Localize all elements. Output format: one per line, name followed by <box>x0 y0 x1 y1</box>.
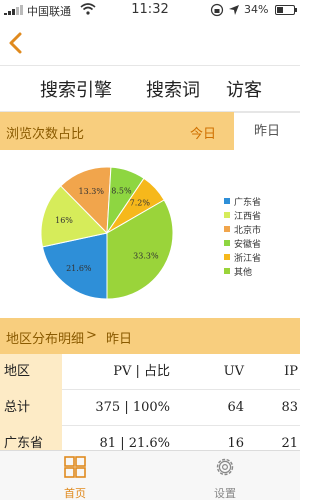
tab-visitors[interactable]: 访客 <box>226 76 262 102</box>
visits-section-title: 浏览次数占比 <box>6 127 85 142</box>
rotation-lock-icon <box>210 3 224 17</box>
bottom-tab-bar: 首页 设置 <box>0 450 300 500</box>
grid-icon <box>64 456 86 478</box>
chart-legend: 广东省江西省北京市安徽省浙江省其他 <box>224 194 261 278</box>
legend-item-other: 其他 <box>224 264 261 278</box>
legend-swatch <box>224 254 230 260</box>
visits-section-header: 浏览次数占比 今日 昨日 <box>0 112 300 150</box>
battery-percentage: 34% <box>244 3 269 16</box>
pie-label-beijing: 13.3% <box>79 187 105 196</box>
range-yesterday-button[interactable]: 昨日 <box>234 112 300 150</box>
pie-label-anhui: 8.5% <box>111 186 132 195</box>
settings-tab[interactable]: 设置 <box>150 451 300 500</box>
range-today-button[interactable]: 今日 <box>190 123 216 142</box>
gear-icon <box>216 458 234 476</box>
region-section-title: 地区分布明细 <box>6 332 85 347</box>
pie-label-zhejiang: 7.2% <box>130 198 151 207</box>
pie-label-other: 33.3% <box>133 251 159 260</box>
location-arrow-icon <box>229 5 239 15</box>
pie-label-jiangxi: 16% <box>55 216 73 225</box>
home-tab[interactable]: 首页 <box>0 451 150 500</box>
region-section-header[interactable]: 地区分布明细 > 昨日 <box>0 318 300 354</box>
back-button[interactable] <box>2 26 32 60</box>
home-tab-label: 首页 <box>64 487 86 500</box>
legend-label: 其他 <box>234 267 253 278</box>
header-uv: UV <box>223 364 244 379</box>
title-bar <box>0 20 300 66</box>
visits-pie-chart: 21.6% 16% 13.3% 8.5% 7.2% 33.3% 广东省江西省北京市安徽省浙… <box>0 150 300 318</box>
legend-label: 北京市 <box>234 225 262 236</box>
tab-bar: 搜索引擎 搜索词 访客 <box>0 66 300 112</box>
table-header-row: 地区 PV | 占比 UV IP <box>0 354 300 390</box>
row-pv: 375 | 100% <box>95 400 170 415</box>
legend-item-jiangxi: 江西省 <box>224 208 261 222</box>
legend-item-zhejiang: 浙江省 <box>224 250 261 264</box>
pie-chart-svg: 21.6% 16% 13.3% 8.5% 7.2% 33.3% <box>40 166 174 300</box>
settings-tab-label: 设置 <box>214 487 236 500</box>
region-table: 地区 PV | 占比 UV IP 总计 375 | 100% 64 83 广东省… <box>0 354 300 462</box>
legend-item-guangdong: 广东省 <box>224 194 261 208</box>
table-row[interactable]: 总计 375 | 100% 64 83 <box>0 390 300 426</box>
legend-item-beijing: 北京市 <box>224 222 261 236</box>
tab-search-engine[interactable]: 搜索引擎 <box>40 76 112 102</box>
pie-label-guangdong: 21.6% <box>66 264 92 273</box>
legend-label: 广东省 <box>234 197 262 208</box>
row-ip: 83 <box>281 400 298 415</box>
row-uv: 64 <box>227 400 244 415</box>
battery-icon <box>275 5 297 15</box>
header-pv: PV | 占比 <box>113 364 170 379</box>
chevron-right-icon: > <box>86 328 97 343</box>
legend-label: 安徽省 <box>234 239 262 250</box>
header-region: 地区 <box>0 354 62 390</box>
legend-swatch <box>224 226 230 232</box>
row-region: 总计 <box>0 390 62 426</box>
tab-search-terms[interactable]: 搜索词 <box>146 76 200 102</box>
header-ip: IP <box>284 364 298 379</box>
legend-label: 浙江省 <box>234 253 262 264</box>
legend-item-anhui: 安徽省 <box>224 236 261 250</box>
status-bar: 中国联通 11:32 34% <box>0 0 300 20</box>
legend-swatch <box>224 240 230 246</box>
legend-label: 江西省 <box>234 211 262 222</box>
legend-swatch <box>224 198 230 204</box>
region-date: 昨日 <box>106 332 133 347</box>
legend-swatch <box>224 268 230 274</box>
legend-swatch <box>224 212 230 218</box>
